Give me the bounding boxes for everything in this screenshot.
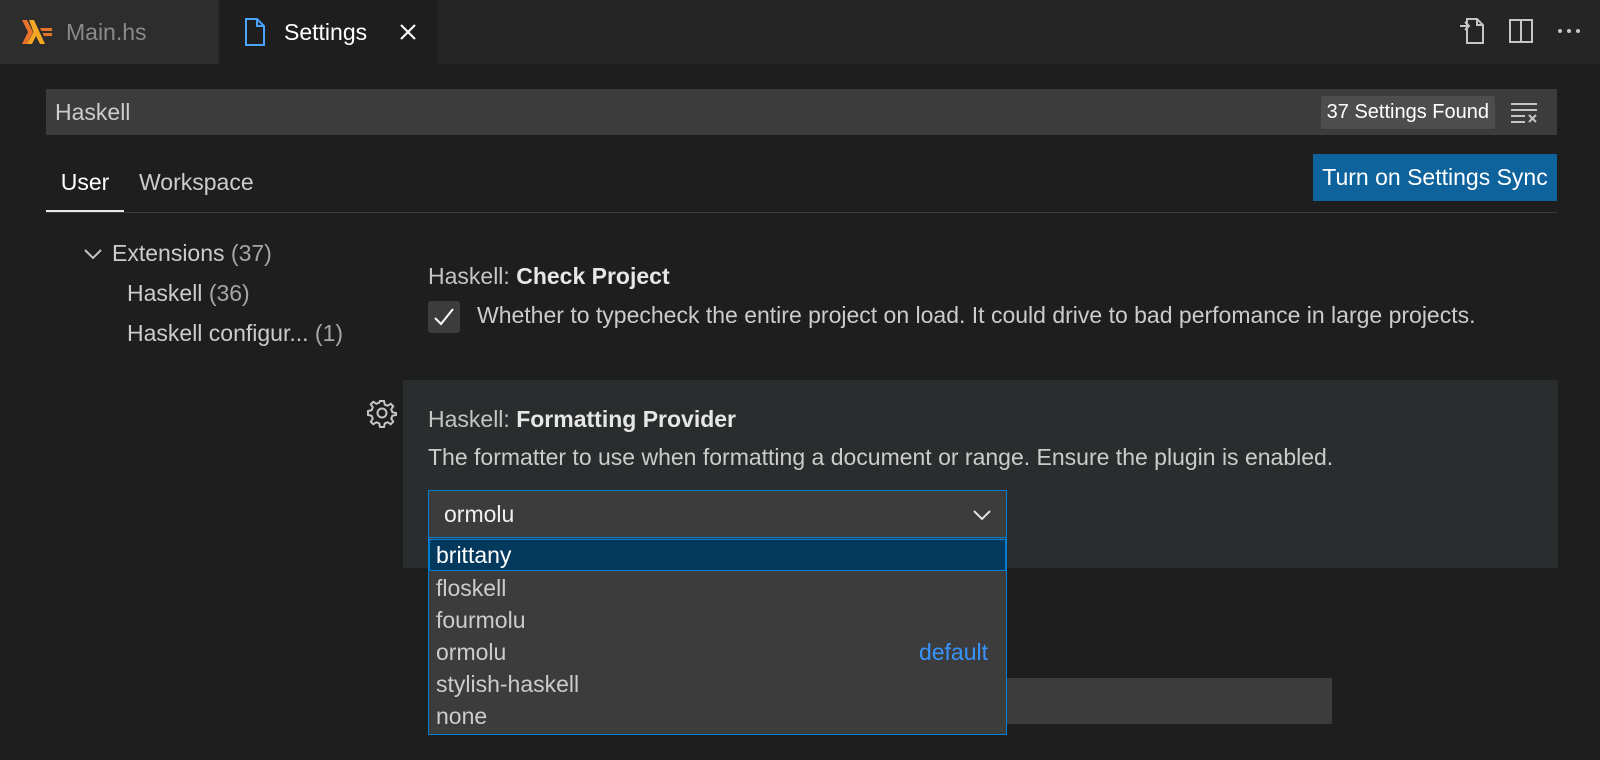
dropdown-option-none[interactable]: none	[429, 700, 1006, 732]
option-label: ormolu	[436, 639, 507, 665]
toc-haskell-label: Haskell	[127, 280, 203, 306]
setting-category: Haskell:	[428, 406, 517, 432]
editor-tab-bar: Main.hs Settings	[0, 0, 1600, 64]
formatting-provider-description: The formatter to use when formatting a d…	[428, 444, 1334, 470]
formatting-provider-dropdown: brittany floskell fourmolu ormolu defaul…	[428, 537, 1007, 735]
more-actions-icon[interactable]	[1552, 14, 1586, 48]
dropdown-option-floskell[interactable]: floskell	[429, 572, 1006, 604]
file-icon	[240, 17, 270, 47]
split-editor-icon[interactable]	[1504, 14, 1538, 48]
dropdown-option-ormolu[interactable]: ormolu default	[429, 636, 1006, 668]
tab-user[interactable]: User	[46, 160, 124, 212]
tab-settings[interactable]: Settings	[220, 0, 438, 64]
setting-name: Formatting Provider	[516, 406, 737, 432]
chevron-down-icon	[970, 503, 994, 527]
results-count-badge: 37 Settings Found	[1320, 95, 1495, 129]
turn-on-settings-sync-button[interactable]: Turn on Settings Sync	[1313, 154, 1557, 201]
toc-haskell-config-count: (1)	[314, 320, 344, 346]
setting-name: Check Project	[516, 263, 670, 289]
toc-item-extensions[interactable]: Extensions (37)	[82, 240, 272, 267]
toc-haskell-count: (36)	[208, 280, 250, 306]
toc-extensions-count: (37)	[230, 240, 272, 266]
check-project-checkbox[interactable]	[428, 301, 460, 333]
checkmark-icon	[434, 308, 454, 326]
gear-icon[interactable]	[367, 398, 397, 428]
settings-search-bar: 37 Settings Found	[46, 89, 1557, 135]
obscured-setting-input[interactable]	[1007, 678, 1332, 724]
dropdown-option-brittany[interactable]: brittany	[429, 539, 1006, 571]
close-icon[interactable]	[394, 18, 422, 46]
haskell-icon	[22, 17, 52, 47]
settings-search-input[interactable]	[46, 89, 1321, 135]
tab-main-label: Main.hs	[66, 18, 147, 45]
toc-haskell-config-label: Haskell configur...	[127, 320, 309, 346]
formatting-provider-title: Haskell: Formatting Provider	[428, 406, 736, 433]
check-project-title: Haskell: Check Project	[428, 263, 670, 290]
toc-extensions-label: Extensions	[112, 240, 225, 266]
dropdown-option-fourmolu[interactable]: fourmolu	[429, 604, 1006, 636]
setting-category: Haskell:	[428, 263, 517, 289]
default-tag: default	[918, 639, 988, 665]
tab-settings-label: Settings	[284, 18, 368, 45]
clear-search-icon[interactable]	[1509, 97, 1539, 127]
toc-item-haskell[interactable]: Haskell (36)	[127, 280, 250, 307]
dropdown-option-stylish-haskell[interactable]: stylish-haskell	[429, 668, 1006, 700]
formatting-provider-select[interactable]: ormolu	[428, 490, 1007, 538]
select-value: ormolu	[444, 500, 515, 527]
tabs-divider	[46, 212, 1557, 213]
tab-main-hs[interactable]: Main.hs	[0, 0, 218, 64]
tab-workspace[interactable]: Workspace	[139, 160, 254, 212]
open-settings-json-icon[interactable]	[1456, 14, 1490, 48]
toc-item-haskell-configuration[interactable]: Haskell configur... (1)	[127, 320, 343, 347]
chevron-down-icon	[82, 243, 104, 265]
check-project-description: Whether to typecheck the entire project …	[477, 302, 1476, 328]
